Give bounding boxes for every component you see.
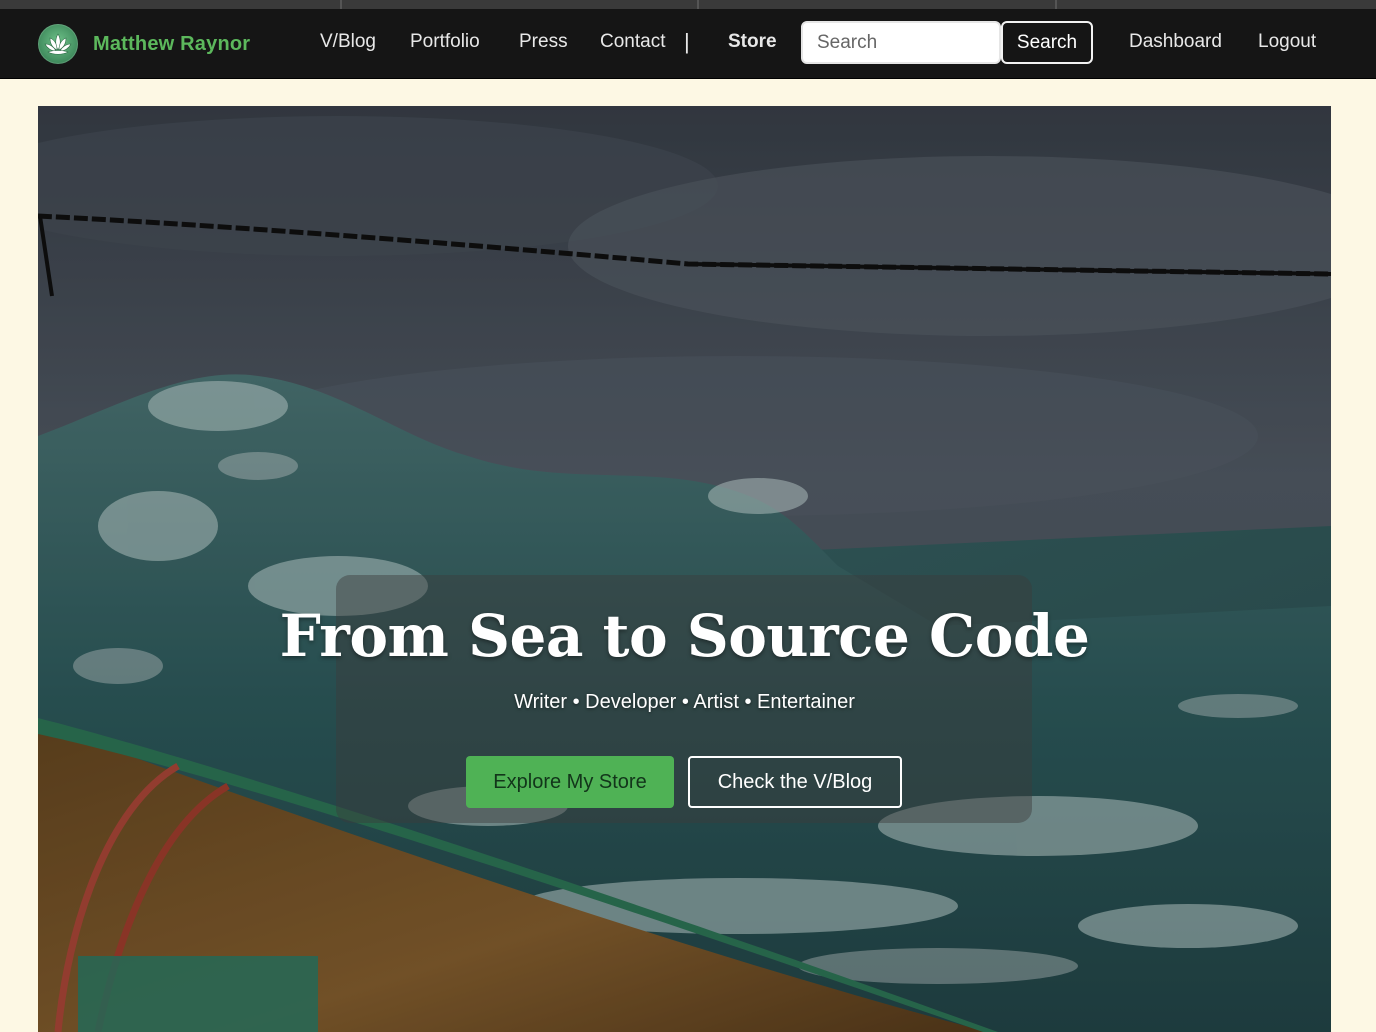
hero-background-image bbox=[38, 106, 1331, 1032]
hero-subtitle: Writer • Developer • Artist • Entertaine… bbox=[514, 691, 855, 713]
nav-link-dashboard[interactable]: Dashboard bbox=[1129, 31, 1222, 53]
browser-top-strip bbox=[0, 0, 1376, 9]
explore-store-button[interactable]: Explore My Store bbox=[466, 756, 674, 808]
nav-link-vblog[interactable]: V/Blog bbox=[320, 31, 376, 53]
nav-link-store[interactable]: Store bbox=[728, 31, 777, 53]
brand-name: Matthew Raynor bbox=[93, 32, 251, 55]
nav-link-portfolio[interactable]: Portfolio bbox=[410, 31, 480, 53]
search-input[interactable] bbox=[801, 21, 1001, 64]
search-button[interactable]: Search bbox=[1001, 21, 1093, 64]
nav-separator: | bbox=[684, 29, 690, 54]
site-navbar: Matthew Raynor V/Blog Portfolio Press Co… bbox=[0, 9, 1376, 79]
nav-link-contact[interactable]: Contact bbox=[600, 31, 665, 53]
lotus-icon bbox=[38, 24, 78, 64]
check-vblog-button[interactable]: Check the V/Blog bbox=[688, 756, 902, 808]
hero-title: From Sea to Source Code bbox=[279, 602, 1090, 670]
nav-link-press[interactable]: Press bbox=[519, 31, 568, 53]
nav-link-logout[interactable]: Logout bbox=[1258, 31, 1316, 53]
hero-section: From Sea to Source Code Writer • Develop… bbox=[38, 106, 1331, 1032]
brand-home-link[interactable]: Matthew Raynor bbox=[38, 24, 250, 64]
